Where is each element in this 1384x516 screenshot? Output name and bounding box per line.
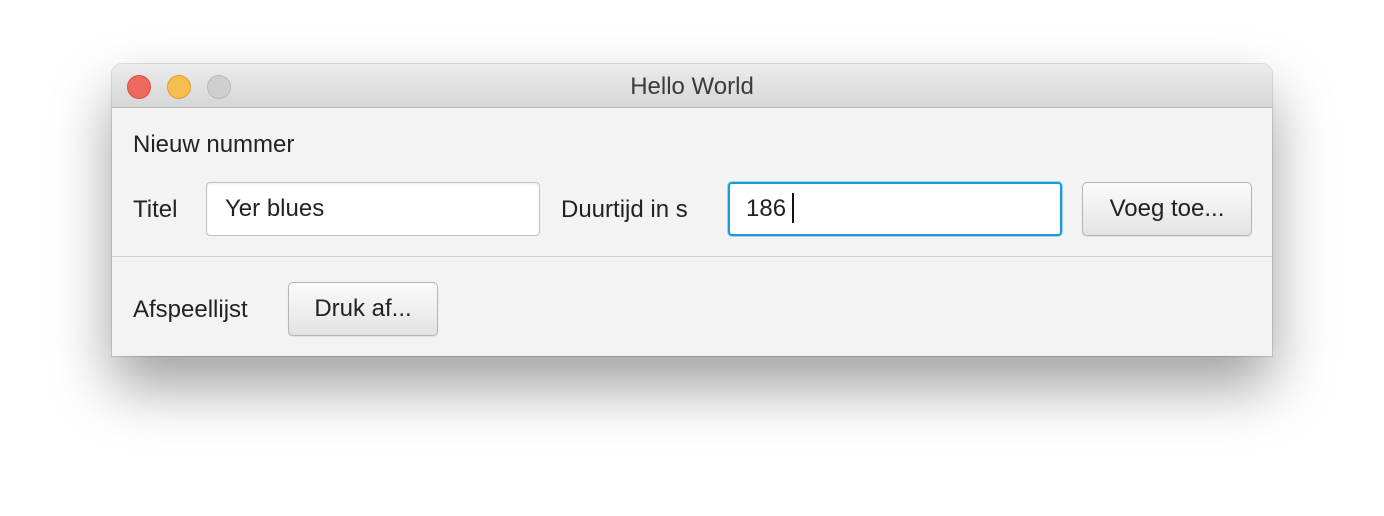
print-playlist-button[interactable]: Druk af... [288,282,438,336]
section-divider [112,256,1272,257]
title-input[interactable]: Yer blues [206,182,540,236]
window-title: Hello World [630,73,754,100]
duration-value: 186 [746,195,787,222]
playlist-label: Afspeellijst [133,296,248,323]
duration-input[interactable]: 186 [728,182,1062,236]
new-track-heading: Nieuw nummer [133,131,295,158]
text-caret [792,192,795,223]
app-window: Hello World Nieuw nummer Titel Yer blues… [112,64,1272,356]
add-track-button[interactable]: Voeg toe... [1082,182,1252,236]
title-bar[interactable]: Hello World [112,64,1272,108]
duration-label: Duurtijd in s [561,196,688,223]
title-label: Titel [133,196,178,223]
